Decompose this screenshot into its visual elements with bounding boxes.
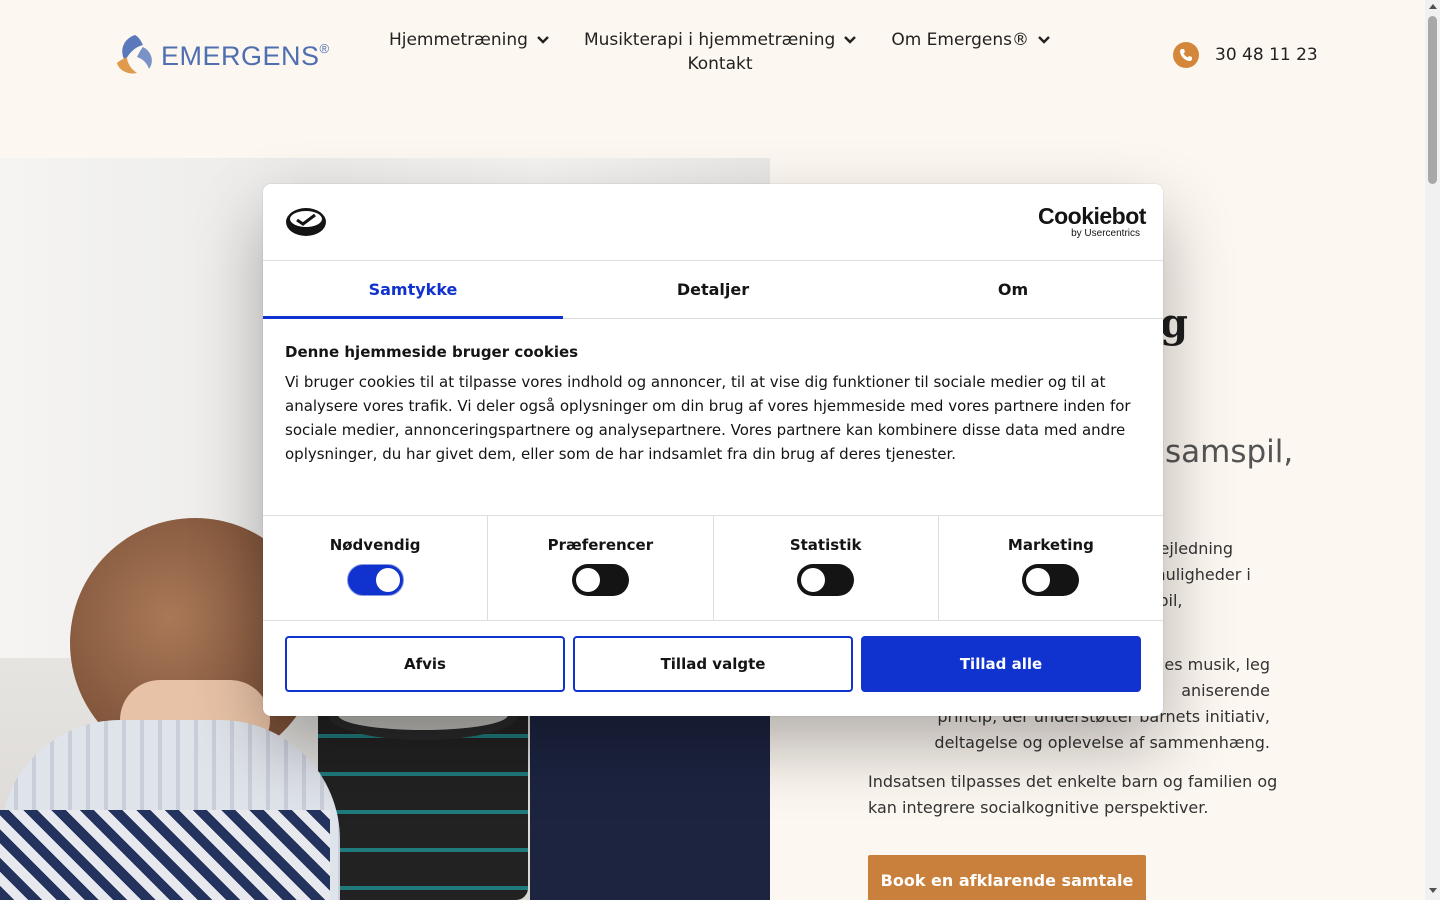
nav-item-om-emergens[interactable]: Om Emergens® xyxy=(891,30,1051,50)
phone-number: 30 48 11 23 xyxy=(1215,45,1318,65)
toggle-group-praeferencer: Præferencer xyxy=(488,516,714,620)
nav-item-hjemmetraening[interactable]: Hjemmetræning xyxy=(389,30,550,50)
scroll-down-arrow-icon[interactable] xyxy=(1429,888,1437,893)
scroll-up-arrow-icon[interactable] xyxy=(1429,4,1437,9)
nav-label: Musikterapi i hjemmetræning xyxy=(583,30,836,50)
allow-selected-button[interactable]: Tillad valgte xyxy=(573,636,853,692)
cookie-logo-icon xyxy=(286,208,326,236)
cookie-text: Vi bruger cookies til at tilpasse vores … xyxy=(285,373,1131,463)
cookiebot-logo[interactable]: Cookiebot by Usercentrics xyxy=(1038,204,1146,240)
chevron-down-icon xyxy=(844,36,857,44)
logo-text: EMERGENS® xyxy=(161,40,330,71)
toggle-label: Statistik xyxy=(789,536,862,554)
toggle-praeferencer[interactable] xyxy=(571,564,629,596)
chevron-down-icon xyxy=(1038,36,1050,44)
toggle-group-marketing: Marketing xyxy=(939,516,1163,620)
toggle-noedvendig[interactable] xyxy=(346,564,404,596)
hero-paragraph-3: Indsatsen tilpasses det enkelte barn og … xyxy=(868,772,1278,817)
page-scrollbar[interactable] xyxy=(1425,0,1440,900)
toggle-label: Præferencer xyxy=(547,536,654,554)
toggle-marketing[interactable] xyxy=(1022,564,1080,596)
nav-item-kontakt[interactable]: Kontakt xyxy=(687,54,752,74)
scroll-thumb[interactable] xyxy=(1428,16,1437,184)
nav-item-musikterapi[interactable]: Musikterapi i hjemmetræning xyxy=(584,30,857,50)
nav-label: Hjemmetræning xyxy=(388,30,528,50)
toggle-label: Nødvendig xyxy=(329,536,421,554)
cookie-consent-dialog: Cookiebot by Usercentrics Samtykke Detal… xyxy=(263,184,1163,716)
cookie-description: Denne hjemmeside bruger cookies Vi bruge… xyxy=(263,319,1163,516)
toggle-group-noedvendig: Nødvendig xyxy=(263,516,489,620)
allow-all-button[interactable]: Tillad alle xyxy=(861,636,1141,692)
cookie-category-toggles: Nødvendig Præferencer Statistik Marketin… xyxy=(263,516,1163,621)
book-consultation-button[interactable]: Book en afklarende samtale xyxy=(868,855,1146,900)
phone-link[interactable]: 30 48 11 23 xyxy=(1173,42,1318,68)
cookie-actions: Afvis Tillad valgte Tillad alle xyxy=(263,621,1163,707)
tab-om[interactable]: Om xyxy=(863,261,1163,318)
toggle-label: Marketing xyxy=(1007,536,1094,554)
site-header: EMERGENS® Hjemmetræning Musikterapi i hj… xyxy=(0,0,1425,150)
nav-label: Om Emergens® xyxy=(891,30,1030,50)
hero-title: g xyxy=(1160,300,1188,347)
tab-samtykke[interactable]: Samtykke xyxy=(263,261,563,319)
main-nav: Hjemmetræning Musikterapi i hjemmetrænin… xyxy=(370,30,1070,74)
cookie-tabs: Samtykke Detaljer Om xyxy=(263,261,1163,319)
tab-detaljer[interactable]: Detaljer xyxy=(563,261,863,318)
reject-button[interactable]: Afvis xyxy=(285,636,565,692)
cookie-dialog-header: Cookiebot by Usercentrics xyxy=(263,184,1163,261)
emergens-logo[interactable]: EMERGENS® xyxy=(113,33,330,75)
hero-paragraph-1: vejledning muligheder i spil, xyxy=(1150,539,1251,610)
toggle-group-statistik: Statistik xyxy=(714,516,939,620)
hero-subtitle: samspil, xyxy=(1165,434,1294,470)
hero-image-sweater-pattern xyxy=(0,810,330,900)
phone-icon xyxy=(1173,42,1199,68)
cookie-heading: Denne hjemmeside bruger cookies xyxy=(285,343,579,361)
toggle-statistik[interactable] xyxy=(797,564,855,596)
emergens-logo-icon xyxy=(117,35,152,74)
chevron-down-icon xyxy=(537,36,549,44)
